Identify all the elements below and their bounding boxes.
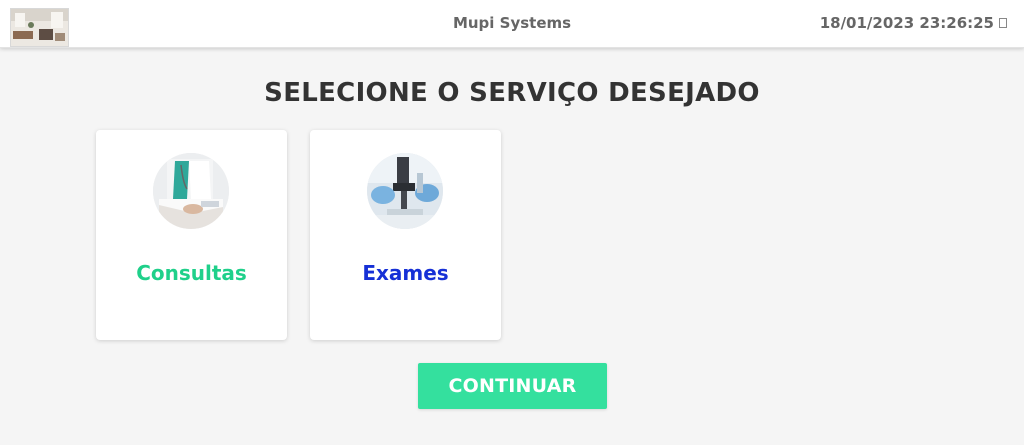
service-label-exames: Exames	[362, 261, 449, 285]
continue-button[interactable]: CONTINUAR	[418, 363, 607, 409]
service-label-consultas: Consultas	[136, 261, 247, 285]
expand-icon[interactable]	[999, 18, 1007, 28]
top-bar: Mupi Systems 18/01/2023 23:26:25	[0, 0, 1024, 48]
microscope-photo-icon	[367, 153, 443, 229]
doctor-photo-icon	[153, 153, 229, 229]
page-title: SELECIONE O SERVIÇO DESEJADO	[264, 78, 760, 108]
datetime-display: 18/01/2023 23:26:25	[819, 14, 994, 32]
service-card-exames[interactable]: Exames	[310, 130, 501, 340]
service-card-consultas[interactable]: Consultas	[96, 130, 287, 340]
